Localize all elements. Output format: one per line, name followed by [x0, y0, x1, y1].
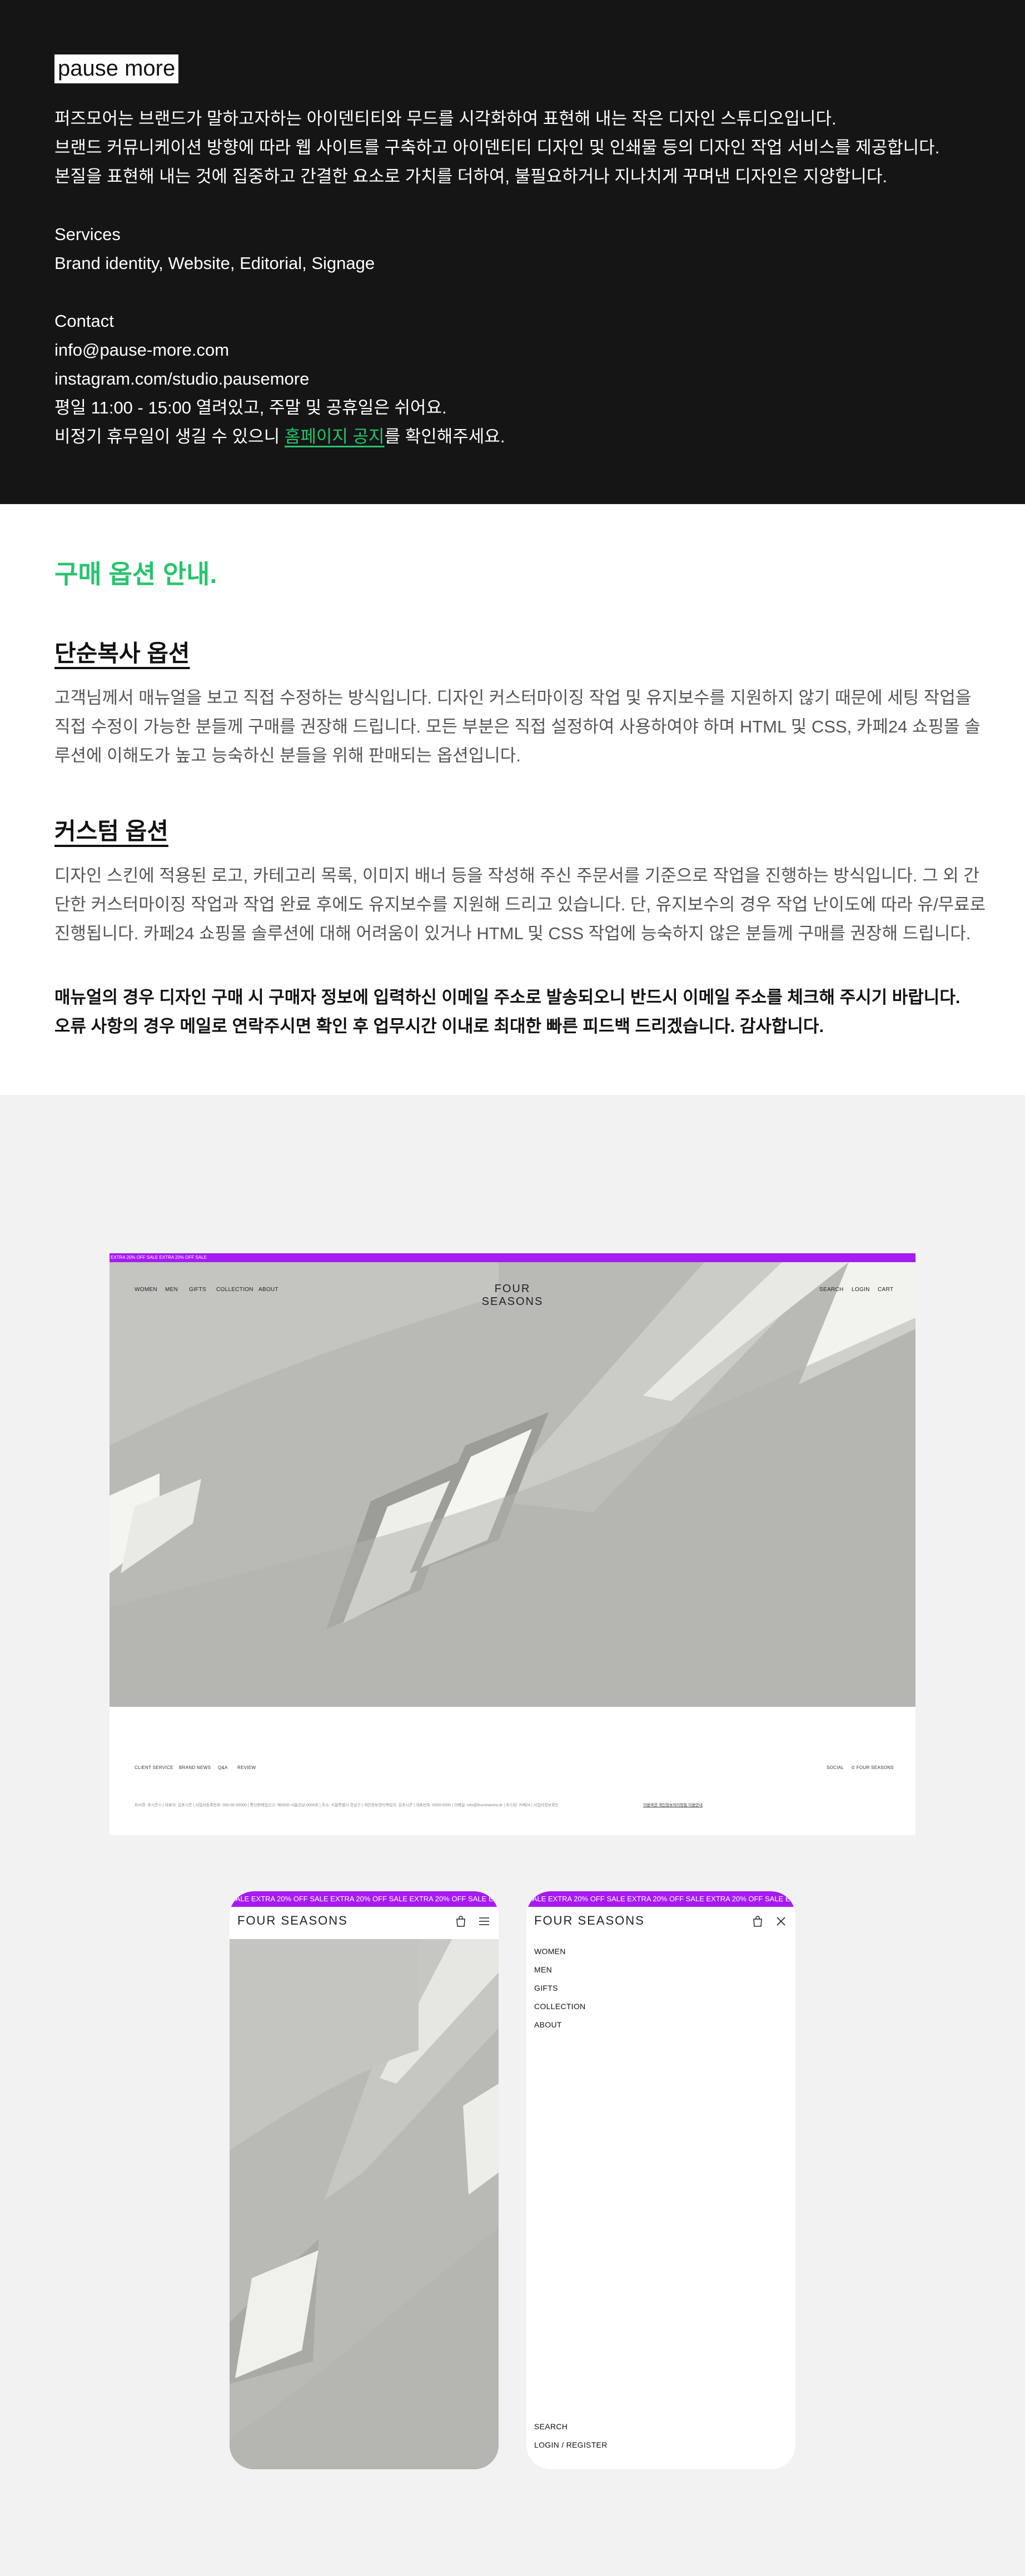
- purchase-title: 구매 옵션 안내.: [54, 560, 217, 589]
- services-label: Services: [54, 225, 121, 244]
- footer-company-info: 회사명: 포시즌스 | 대표자: 김포시즌 | 사업자등록번호: 000-00-…: [135, 1803, 559, 1807]
- studio-header: pause more 퍼즈모어는 브랜드가 말하고자하는 아이덴티티와 무드를 …: [0, 0, 1025, 504]
- holiday-suffix: 를 확인해주세요.: [384, 427, 505, 446]
- footer-brand-news[interactable]: BRAND NEWS: [179, 1765, 211, 1770]
- footer-review[interactable]: REVIEW: [237, 1765, 256, 1770]
- menu-item-about[interactable]: ABOUT: [534, 2020, 562, 2029]
- shop-logo[interactable]: FOUR SEASONS: [237, 1914, 348, 1928]
- option-description: 디자인 스킨에 적용된 로고, 카테고리 목록, 이미지 배너 등을 작성해 주…: [54, 866, 986, 943]
- option-title: 커스텀 옵션: [54, 818, 168, 844]
- nav-men[interactable]: MEN: [165, 1287, 178, 1293]
- footer-client-service[interactable]: CLIENT SERVICE: [135, 1765, 173, 1770]
- close-icon[interactable]: [774, 1915, 788, 1928]
- menu-item-login-register[interactable]: LOGIN / REGISTER: [534, 2440, 608, 2449]
- shopping-bag-icon[interactable]: [454, 1915, 467, 1928]
- promo-banner[interactable]: EXTRA 20% OFF SALE EXTRA 20% OFF SALE: [110, 1253, 915, 1262]
- contact-email[interactable]: info@pause-more.com: [54, 336, 505, 365]
- services-block: Services Brand identity, Website, Editor…: [54, 220, 375, 278]
- menu-item-collection[interactable]: COLLECTION: [534, 2002, 585, 2011]
- architecture-image: [110, 1262, 915, 1707]
- contact-instagram[interactable]: instagram.com/studio.pausemore: [54, 365, 505, 393]
- contact-hours: 평일 11:00 - 15:00 열려있고, 주말 및 공휴일은 쉬어요.: [54, 398, 447, 417]
- contact-block: Contact info@pause-more.com instagram.co…: [54, 307, 505, 451]
- contact-label: Contact: [54, 311, 114, 331]
- hamburger-menu-icon[interactable]: [477, 1915, 491, 1928]
- nav-women[interactable]: WOMEN: [135, 1287, 157, 1293]
- purchase-options-section: 구매 옵션 안내. 단순복사 옵션 고객님께서 매뉴얼을 보고 직접 수정하는 …: [0, 504, 1025, 1095]
- intro-line: 브랜드 커뮤니케이션 방향에 따라 웹 사이트를 구축하고 아이덴티티 디자인 …: [54, 138, 940, 157]
- hero-image: [230, 1939, 499, 2469]
- nav-about[interactable]: ABOUT: [258, 1287, 278, 1293]
- holiday-notice: 비정기 휴무일이 생길 수 있으니 홈페이지 공지를 확인해주세요.: [54, 422, 505, 451]
- nav-login[interactable]: LOGIN: [852, 1287, 870, 1293]
- homepage-notice-link[interactable]: 홈페이지 공지: [285, 427, 385, 446]
- studio-intro: 퍼즈모어는 브랜드가 말하고자하는 아이덴티티와 무드를 시각화하여 표현해 내…: [54, 104, 939, 191]
- menu-item-men[interactable]: MEN: [534, 1965, 552, 1974]
- architecture-image: [230, 1939, 499, 2469]
- footer-qna[interactable]: Q&A: [218, 1765, 228, 1770]
- desktop-preview: EXTRA 20% OFF SALE EXTRA 20% OFF SALE WO…: [110, 1253, 915, 1835]
- holiday-prefix: 비정기 휴무일이 생길 수 있으니: [54, 427, 285, 446]
- promo-banner[interactable]: SALE EXTRA 20% OFF SALE EXTRA 20% OFF SA…: [526, 1891, 795, 1907]
- mobile-header: FOUR SEASONS: [230, 1907, 499, 1939]
- intro-line: 퍼즈모어는 브랜드가 말하고자하는 아이덴티티와 무드를 시각화하여 표현해 내…: [54, 109, 837, 128]
- menu-item-gifts[interactable]: GIFTS: [534, 1984, 558, 1992]
- footer-social[interactable]: SOCIAL: [827, 1765, 844, 1770]
- nav-collection[interactable]: COLLECTION: [216, 1287, 253, 1293]
- shop-logo[interactable]: FOUR SEASONS: [534, 1914, 645, 1928]
- intro-line: 본질을 표현해 내는 것에 집중하고 간결한 요소로 가치를 더하여, 불필요하…: [54, 167, 888, 186]
- mobile-preview-home: SALE EXTRA 20% OFF SALE EXTRA 20% OFF SA…: [230, 1891, 499, 2469]
- nav-search[interactable]: SEARCH: [819, 1287, 843, 1293]
- option-title: 단순복사 옵션: [54, 640, 190, 666]
- mobile-preview-menu: SALE EXTRA 20% OFF SALE EXTRA 20% OFF SA…: [526, 1891, 795, 2469]
- shopping-bag-icon[interactable]: [751, 1915, 764, 1928]
- footer-policy-links[interactable]: 이용약관 개인정보처리방침 이용안내: [643, 1802, 703, 1808]
- menu-item-women[interactable]: WOMEN: [534, 1947, 566, 1956]
- studio-logo[interactable]: pause more: [54, 54, 179, 83]
- nav-gifts[interactable]: GIFTS: [189, 1287, 206, 1293]
- promo-banner[interactable]: SALE EXTRA 20% OFF SALE EXTRA 20% OFF SA…: [230, 1891, 499, 1907]
- notice-line: 오류 사항의 경우 메일로 연락주시면 확인 후 업무시간 이내로 최대한 빠른…: [54, 1017, 824, 1036]
- services-list: Brand identity, Website, Editorial, Sign…: [54, 253, 375, 273]
- hero-image: WOMEN MEN GIFTS COLLECTION ABOUT FOUR SE…: [110, 1262, 915, 1707]
- nav-cart[interactable]: CART: [878, 1287, 893, 1293]
- mobile-header: FOUR SEASONS: [526, 1907, 795, 1939]
- shop-logo[interactable]: FOUR SEASONS: [468, 1283, 557, 1308]
- notice-line: 매뉴얼의 경우 디자인 구매 시 구매자 정보에 입력하신 이메일 주소로 발송…: [54, 988, 961, 1007]
- footer-copyright: © FOUR SEASONS: [852, 1765, 894, 1770]
- desktop-footer: CLIENT SERVICE BRAND NEWS Q&A REVIEW SOC…: [110, 1707, 915, 1835]
- menu-item-search[interactable]: SEARCH: [534, 2422, 568, 2431]
- purchase-notice: 매뉴얼의 경우 디자인 구매 시 구매자 정보에 입력하신 이메일 주소로 발송…: [54, 983, 960, 1041]
- option-description: 고객님께서 매뉴얼을 보고 직접 수정하는 방식입니다. 디자인 커스터마이징 …: [54, 688, 981, 765]
